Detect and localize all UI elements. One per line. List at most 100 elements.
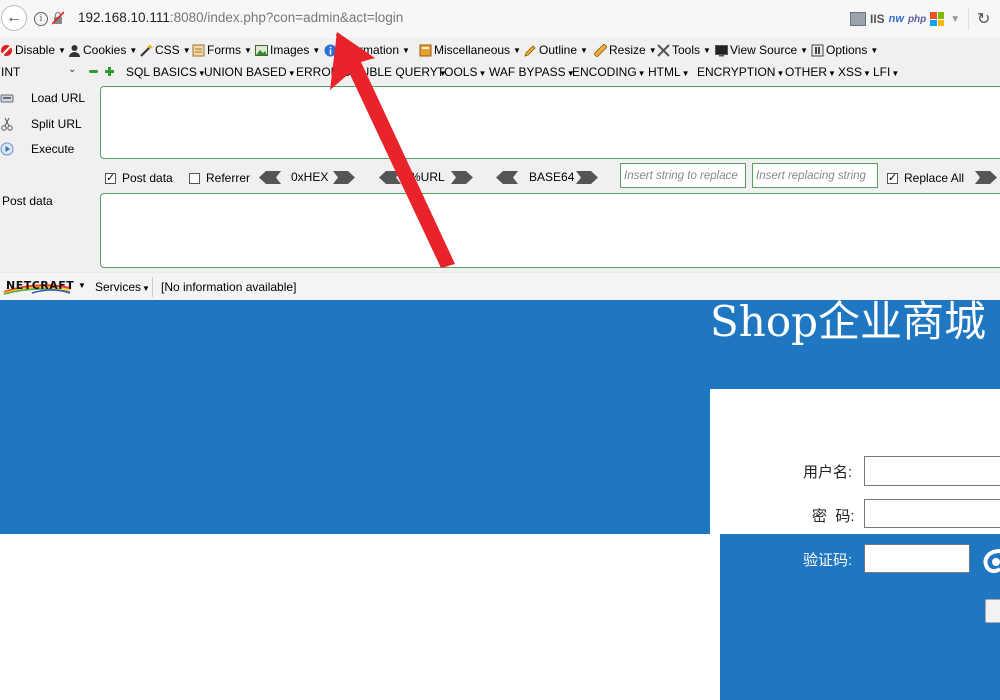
captcha-image[interactable]: [982, 547, 1000, 577]
minus-icon[interactable]: [89, 70, 98, 73]
menu-miscellaneous[interactable]: Miscellaneous ▼: [419, 42, 521, 58]
menu-tools[interactable]: Tools ▼: [657, 42, 711, 58]
menu-view-source[interactable]: View Source ▼: [715, 42, 808, 58]
menu-resize[interactable]: Resize ▼: [594, 42, 657, 58]
submenu-tools[interactable]: TOOLS▼: [437, 65, 486, 79]
menu-information-label: Information: [339, 43, 400, 57]
submenu-waf-bypass[interactable]: WAF BYPASS▼: [489, 65, 575, 79]
site-info-icon[interactable]: i: [34, 12, 48, 26]
page-title: Shop企业商城: [710, 297, 986, 346]
post-data-toggle[interactable]: Post data: [105, 169, 173, 187]
hackbar-panel: Load URL Split URL Execute Post data Ref…: [0, 84, 1000, 300]
replacing-string-input[interactable]: Insert replacing string: [752, 163, 878, 188]
forms-icon: [192, 44, 205, 56]
url-field[interactable]: 192.168.10.111:8080/index.php?con=admin&…: [78, 10, 403, 25]
post-data-label: Post data: [2, 194, 53, 208]
hex-encode-button[interactable]: [333, 171, 355, 184]
misc-icon: [419, 44, 432, 56]
menu-css[interactable]: CSS ▼: [140, 42, 191, 58]
menu-view-source-label: View Source: [730, 43, 798, 57]
base64-decode-button[interactable]: [496, 171, 518, 184]
play-icon: [0, 142, 14, 156]
replace-all-toggle[interactable]: Replace All: [887, 169, 964, 187]
replace-string-input[interactable]: Insert string to replace: [620, 163, 746, 188]
image-icon: [255, 44, 268, 56]
menu-css-label: CSS: [155, 43, 180, 57]
base64-label: BASE64: [529, 170, 575, 184]
divider: [152, 277, 153, 297]
wappalyzer-group[interactable]: IIS nw php ▼: [850, 9, 960, 29]
execute-label: Execute: [31, 142, 75, 156]
back-arrow-icon: ←: [6, 9, 22, 26]
menu-information[interactable]: Information ▼: [324, 42, 410, 58]
mixed-content-icon[interactable]: [52, 11, 64, 25]
submenu-lfi[interactable]: LFI▼: [873, 65, 899, 79]
netcraft-info: [No information available]: [161, 280, 297, 294]
iis-label: IIS: [870, 12, 885, 26]
server-icon: [850, 12, 866, 26]
url-encode-button[interactable]: [451, 171, 473, 184]
login-button[interactable]: [985, 599, 1000, 623]
plus-icon[interactable]: [105, 67, 114, 76]
divider: [968, 8, 969, 30]
netcraft-logo-text: NETCRAFT: [6, 279, 75, 292]
captcha-input[interactable]: [864, 544, 970, 573]
arrow-right-icon: [975, 171, 997, 184]
load-url-icon: [0, 94, 14, 103]
url-host: 192.168.10.111: [78, 10, 170, 25]
password-label: 密 码:: [812, 508, 855, 525]
submenu-encryption[interactable]: ENCRYPTION▼: [697, 65, 784, 79]
menu-disable[interactable]: Disable ▼: [0, 42, 66, 58]
hackbar-submenu: INT ⌄ SQL BASICS▼ UNION BASED▼ ERROR/DOU…: [0, 62, 1000, 84]
menu-outline-label: Outline: [539, 43, 578, 57]
replace-button[interactable]: [975, 171, 997, 184]
nw-label: nw: [888, 13, 904, 25]
menu-images[interactable]: Images ▼: [255, 42, 320, 58]
username-input[interactable]: [864, 456, 1000, 486]
split-url-label: Split URL: [31, 117, 82, 131]
post-data-textarea[interactable]: [100, 193, 1000, 268]
submenu-xss[interactable]: XSS▼: [838, 65, 871, 79]
chevron-down-icon[interactable]: ▼: [78, 281, 86, 290]
submenu-encoding[interactable]: ENCODING▼: [572, 65, 646, 79]
split-url-button[interactable]: Split URL: [0, 115, 82, 133]
replace-all-checkbox[interactable]: [887, 171, 898, 184]
referrer-checkbox[interactable]: [189, 172, 200, 184]
submenu-html[interactable]: HTML▼: [648, 65, 690, 79]
ruler-icon: [594, 43, 607, 57]
netcraft-services-menu[interactable]: Services▼: [95, 280, 150, 294]
execute-button[interactable]: Execute: [0, 140, 74, 158]
hex-decode-button[interactable]: [259, 171, 281, 184]
load-url-button[interactable]: Load URL: [0, 89, 85, 107]
post-data-checkbox[interactable]: [105, 171, 116, 184]
reload-icon[interactable]: ↻: [977, 9, 990, 29]
chevron-down-icon[interactable]: ▼: [950, 14, 960, 25]
password-input[interactable]: [864, 499, 1000, 528]
address-bar: ← i 192.168.10.111:8080/index.php?con=ad…: [0, 0, 1000, 39]
menu-options[interactable]: Options ▼: [811, 42, 878, 58]
submenu-sql-basics[interactable]: SQL BASICS▼: [126, 65, 206, 79]
url-decode-button[interactable]: [379, 171, 401, 184]
referrer-toggle[interactable]: Referrer: [189, 169, 250, 187]
arrow-left-icon: [379, 171, 401, 184]
submenu-other[interactable]: OTHER▼: [785, 65, 836, 79]
menu-outline[interactable]: Outline ▼: [524, 42, 588, 58]
tools-icon: [657, 43, 670, 57]
captcha-label: 验证码:: [803, 552, 853, 569]
base64-encode-button[interactable]: [576, 171, 598, 184]
url-textarea[interactable]: [100, 86, 1000, 159]
post-data-toggle-label: Post data: [122, 171, 173, 185]
back-button[interactable]: ←: [1, 5, 27, 31]
web-page: Shop企业商城 用户名: 密 码: 验证码:: [0, 297, 1000, 700]
hackbar-menu: Disable ▼ Cookies ▼ CSS ▼ Forms ▼ Images ▼ In…: [0, 38, 1000, 62]
submenu-error-double-query[interactable]: ERROR/DOUBLE QUERY▼: [296, 65, 447, 79]
replace-all-label: Replace All: [904, 171, 965, 185]
user-icon: [69, 44, 80, 57]
menu-forms[interactable]: Forms ▼: [192, 42, 252, 58]
submenu-union-based[interactable]: UNION BASED▼: [204, 65, 296, 79]
int-select[interactable]: INT ⌄: [0, 64, 80, 81]
menu-disable-label: Disable: [15, 43, 56, 57]
menu-cookies[interactable]: Cookies ▼: [68, 42, 137, 58]
menu-cookies-label: Cookies: [83, 43, 127, 57]
menu-tools-label: Tools: [672, 43, 701, 57]
